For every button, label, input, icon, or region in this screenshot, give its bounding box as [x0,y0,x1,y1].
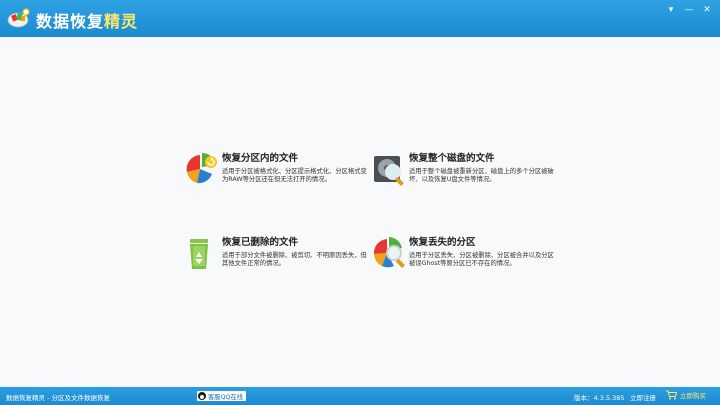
status-text: 数据恢复精灵 - 分区及文件数据恢复 [6,394,110,402]
main-panel: 恢复分区内的文件 适用于分区被格式化、分区提示格式化、分区格式变为RAW等分区还… [0,37,720,387]
shopping-cart-icon [666,390,677,400]
app-title-accent: 精灵 [104,12,139,31]
pie-chart-magnifier-icon [373,237,405,268]
buy-label: 立即购买 [680,392,706,400]
close-button[interactable]: ✕ [700,4,714,16]
card-description: 适用于整个磁盘被重新分区、磁盘上的多个分区被破坏、以及恢复U盘文件等情况。 [409,168,554,183]
card-title: 恢复丢失的分区 [409,237,476,248]
card-title: 恢复整个磁盘的文件 [409,153,495,164]
buy-button[interactable]: 立即购买 [666,390,706,400]
window-controls: ▾ — ✕ [664,4,714,16]
title-bar: 数据恢复精灵 ▾ — ✕ [0,0,720,37]
register-link[interactable]: 立即注册 [630,392,656,402]
minimize-button[interactable]: — [682,4,696,16]
status-bar: 数据恢复精灵 - 分区及文件数据恢复 客服QQ在线 版本：4.3.5.385 立… [0,387,720,405]
qq-support-label: 客服QQ在线 [208,393,244,401]
card-description: 适用于部分文件被删除、被剪切、不明原因丢失，但其他文件正常的情况。 [222,252,367,267]
app-title: 数据恢复精灵 [36,8,138,32]
card-title: 恢复已删除的文件 [222,237,299,248]
app-title-main: 数据恢复 [36,12,105,31]
qq-penguin-icon [198,392,206,400]
qq-support-button[interactable]: 客服QQ在线 [197,391,247,401]
pie-chart-refresh-icon [186,152,217,184]
app-logo-icon [7,8,30,28]
disk-magnifier-icon [374,156,404,186]
recycle-bin-icon [190,239,208,269]
card-description: 适用于分区被格式化、分区提示格式化、分区格式变为RAW等分区还在但无法打开的情况… [222,168,367,183]
version-label: 版本：4.3.5.385 [574,394,625,402]
card-description: 适用于分区丢失、分区被删除、分区被合并以及分区被误Ghost等原分区已不存在的情… [409,252,554,267]
card-title: 恢复分区内的文件 [222,153,299,164]
menu-button[interactable]: ▾ [664,4,678,16]
